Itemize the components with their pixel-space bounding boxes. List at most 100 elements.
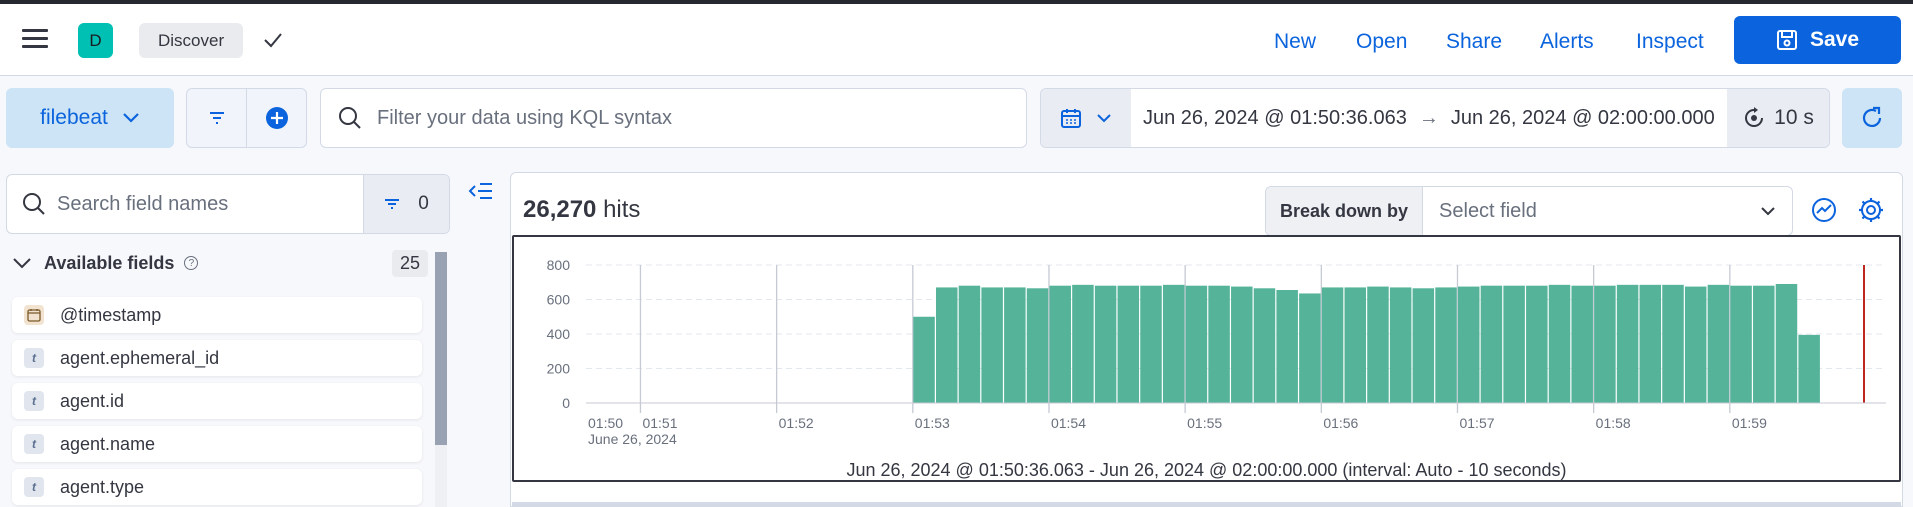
refresh-icon <box>1862 106 1882 127</box>
calendar-icon <box>24 305 44 325</box>
histogram-bar <box>1480 285 1503 403</box>
collapse-sidebar-icon[interactable] <box>468 180 494 202</box>
data-view-picker[interactable]: filebeat <box>6 88 174 148</box>
breadcrumb-discover[interactable]: Discover <box>139 23 244 58</box>
histogram-bar <box>1185 285 1208 403</box>
breakdown-select[interactable]: Select field <box>1423 187 1792 235</box>
histogram-bar <box>1299 293 1321 403</box>
histogram-bar <box>1526 285 1548 403</box>
histogram-bar <box>1208 285 1230 403</box>
field-filter-button[interactable]: 0 <box>363 175 449 233</box>
search-icon <box>339 107 361 129</box>
histogram-bar <box>1730 285 1752 403</box>
field-name: agent.ephemeral_id <box>60 347 220 368</box>
histogram-bar <box>1321 287 1344 403</box>
sidebar-scrollbar[interactable] <box>435 252 447 507</box>
histogram-bar <box>936 287 958 403</box>
field-filter-count: 0 <box>418 193 429 214</box>
time-picker: Jun 26, 2024 @ 01:50:36.063 → Jun 26, 20… <box>1040 88 1830 148</box>
chevron-down-icon <box>1097 114 1111 123</box>
field-name: agent.id <box>60 390 125 411</box>
x-tick-label: 01:52 <box>779 415 814 431</box>
histogram-bar <box>1253 288 1276 403</box>
y-tick-label: 0 <box>562 395 570 411</box>
auto-refresh-button[interactable]: 10 s <box>1727 89 1829 147</box>
data-view-label: filebeat <box>40 106 108 129</box>
y-tick-label: 800 <box>547 257 571 273</box>
histogram-bar <box>1571 285 1593 403</box>
plus-circle-icon <box>265 107 288 129</box>
filter-icon <box>209 112 224 124</box>
x-tick-label: 01:51 <box>642 415 677 431</box>
filter-icon <box>385 199 400 209</box>
histogram-bar <box>1707 284 1730 403</box>
nav-inspect-link[interactable]: Inspect <box>1636 30 1704 54</box>
refresh-button[interactable] <box>1842 88 1902 148</box>
nav-new-link[interactable]: New <box>1274 30 1316 54</box>
field-item[interactable]: t agent.type <box>12 469 422 505</box>
filter-controls <box>186 88 307 148</box>
histogram-bar <box>1662 284 1684 403</box>
x-tick-label: 01:57 <box>1459 415 1494 431</box>
field-list: @timestamp t agent.ephemeral_id t agent.… <box>12 297 422 507</box>
hits-count: 26,270 <box>523 196 597 223</box>
x-tick-label: 01:58 <box>1596 415 1631 431</box>
x-date-label: June 26, 2024 <box>588 431 677 447</box>
histogram-chart[interactable]: 800 600 400 200 0 01:50 01:51 01:52 01:53 01:54 01… <box>512 235 1901 482</box>
save-label: Save <box>1809 28 1860 51</box>
search-icon <box>23 193 45 215</box>
string-type-icon: t <box>24 348 44 368</box>
field-item[interactable]: t agent.ephemeral_id <box>12 340 422 376</box>
refresh-interval-label: 10 s <box>1774 106 1814 129</box>
histogram-bar <box>1049 285 1071 403</box>
histogram-bar <box>913 316 935 403</box>
scrollbar-thumb[interactable] <box>435 252 447 445</box>
visualize-icon[interactable] <box>1810 196 1838 224</box>
field-item[interactable]: t agent.name <box>12 426 422 462</box>
field-search-input[interactable] <box>57 175 347 233</box>
field-search: 0 <box>6 174 450 234</box>
x-tick-label: 01:59 <box>1732 415 1767 431</box>
histogram-bar <box>1344 287 1367 403</box>
histogram-bar <box>1548 284 1571 403</box>
field-item[interactable]: t agent.id <box>12 383 422 419</box>
available-fields-toggle[interactable]: Available fields ? 25 <box>12 248 428 278</box>
breakdown-control: Break down by Select field <box>1265 186 1793 236</box>
gear-icon[interactable] <box>1857 196 1885 224</box>
histogram-bar <box>1162 284 1185 403</box>
histogram-bar <box>1389 287 1412 403</box>
save-button[interactable]: Save <box>1734 16 1901 64</box>
field-item[interactable]: @timestamp <box>12 297 422 333</box>
hits-counter: 26,270 hits <box>523 196 640 224</box>
time-start[interactable]: Jun 26, 2024 @ 01:50:36.063 <box>1131 89 1419 147</box>
histogram-bar <box>1753 285 1775 403</box>
quick-time-menu-button[interactable] <box>1041 89 1131 147</box>
histogram-bar <box>1775 283 1798 403</box>
time-end[interactable]: Jun 26, 2024 @ 02:00:00.000 <box>1439 89 1727 147</box>
x-tick-label: 01:50 <box>588 415 623 431</box>
y-tick-label: 600 <box>547 292 571 308</box>
space-avatar[interactable]: D <box>78 23 113 58</box>
calendar-icon <box>1061 109 1081 128</box>
save-icon <box>1776 30 1797 50</box>
kql-search-input[interactable] <box>377 106 997 130</box>
nav-open-link[interactable]: Open <box>1356 30 1407 54</box>
histogram-bar <box>1503 285 1525 403</box>
histogram-bar <box>1639 284 1662 403</box>
available-fields-count: 25 <box>391 249 428 277</box>
histogram-bar <box>1094 285 1117 403</box>
filter-menu-button[interactable] <box>187 89 247 147</box>
chevron-down-icon <box>1761 207 1775 216</box>
histogram-bar <box>1004 287 1026 403</box>
histogram-bar <box>958 285 981 403</box>
panel-divider <box>512 502 1901 507</box>
hits-label: hits <box>603 196 641 223</box>
menu-icon[interactable] <box>22 29 48 49</box>
nav-share-link[interactable]: Share <box>1446 30 1502 54</box>
string-type-icon: t <box>24 477 44 497</box>
histogram-bar <box>1457 286 1480 403</box>
info-icon[interactable]: ? <box>184 256 199 270</box>
add-filter-button[interactable] <box>247 89 306 147</box>
nav-alerts-link[interactable]: Alerts <box>1540 30 1594 54</box>
x-tick-label: 01:53 <box>915 415 950 431</box>
